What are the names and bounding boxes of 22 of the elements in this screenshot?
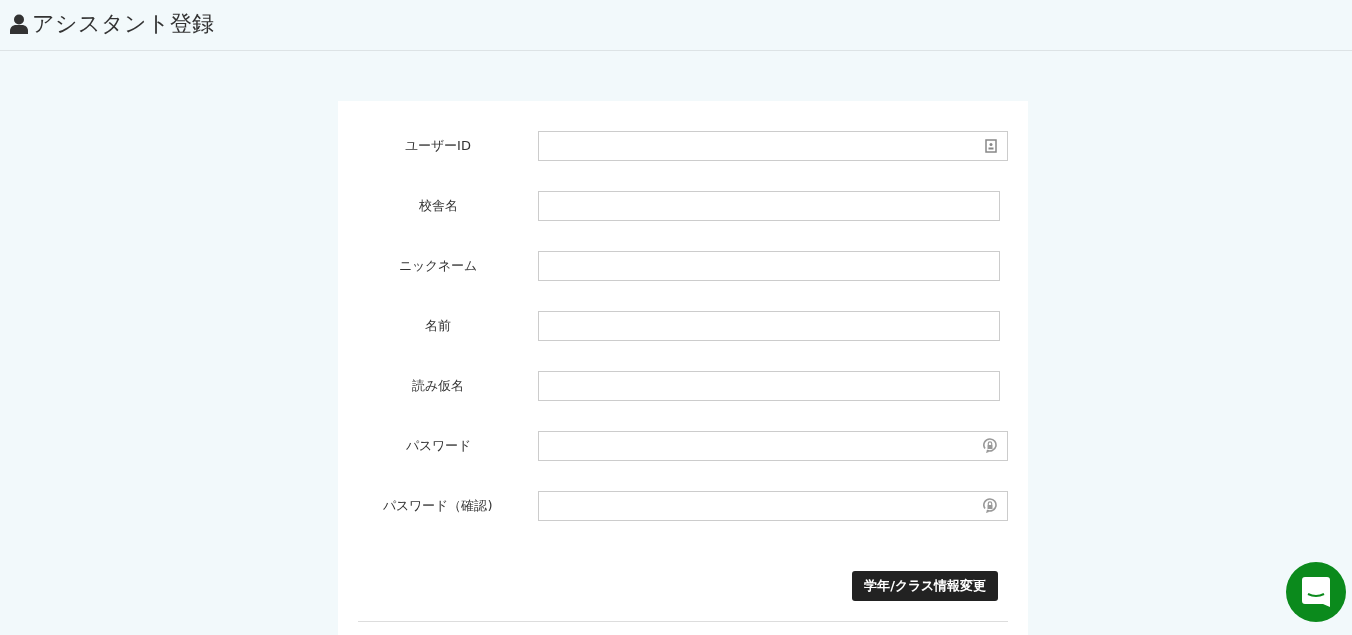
field-label: 校舎名 xyxy=(417,197,459,215)
input-field[interactable] xyxy=(538,431,1008,461)
input-field[interactable] xyxy=(538,491,1008,521)
input-field[interactable] xyxy=(538,311,1000,341)
field-label: 読み仮名 xyxy=(411,377,465,395)
page-title: アシスタント登録 xyxy=(32,10,214,38)
input-field[interactable] xyxy=(538,251,1000,281)
field-label: 名前 xyxy=(424,317,452,335)
chat-button[interactable] xyxy=(1286,562,1346,622)
input-field[interactable] xyxy=(538,131,1008,161)
contact-card-icon xyxy=(985,139,997,153)
field-label: ニックネーム xyxy=(398,257,478,275)
lock-rotate-icon xyxy=(983,498,997,514)
chat-icon xyxy=(1302,577,1330,607)
field-label: パスワード（確認) xyxy=(382,497,494,515)
input-field[interactable] xyxy=(538,371,1000,401)
user-icon xyxy=(10,14,28,34)
field-label: パスワード xyxy=(404,437,472,455)
field-label: ユーザーID xyxy=(404,137,472,155)
input-field[interactable] xyxy=(538,191,1000,221)
class-info-button[interactable]: 学年/クラス情報変更 xyxy=(852,571,998,601)
lock-rotate-icon xyxy=(983,438,997,454)
